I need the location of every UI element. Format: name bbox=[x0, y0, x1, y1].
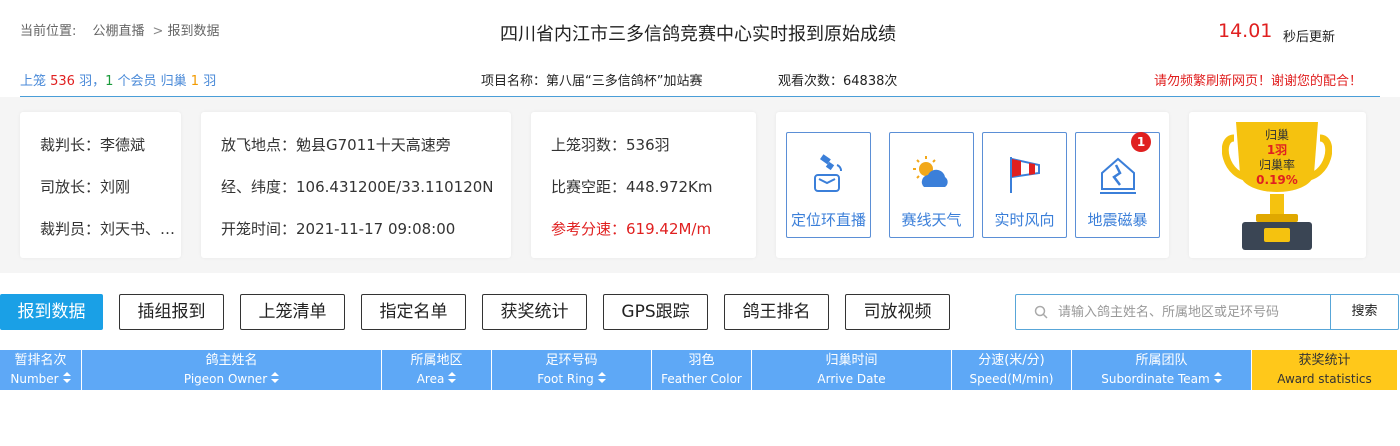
col-number-cn: 暂排名次 bbox=[14, 353, 67, 368]
breadcrumb-separator: > bbox=[152, 24, 164, 39]
breadcrumb-live[interactable]: 公棚直播 bbox=[93, 24, 145, 39]
breadcrumb: 当前位置: 公棚直播 > 报到数据 bbox=[20, 20, 223, 39]
race-distance: 比赛空距：448.972Km bbox=[551, 178, 713, 196]
sort-icon[interactable] bbox=[271, 372, 280, 384]
loft-stats: 上笼 536 羽，1 个会员 归巢 1 羽 bbox=[20, 70, 216, 89]
referees: 裁判员：刘天书、… bbox=[40, 220, 176, 238]
stats-text: 羽， bbox=[74, 74, 106, 89]
search-button[interactable]: 搜索 bbox=[1330, 295, 1398, 329]
chief-releaser: 司放长：刘刚 bbox=[40, 178, 131, 196]
trophy-card: 归巢 1羽 归巢率 0.19% bbox=[1189, 112, 1366, 258]
tab-specified-list[interactable]: 指定名单 bbox=[361, 294, 466, 330]
route-weather-label: 赛线天气 bbox=[901, 211, 962, 229]
tab-pigeon-king[interactable]: 鸽王排名 bbox=[724, 294, 829, 330]
col-team[interactable]: 所属团队 Subordinate Team bbox=[1072, 350, 1252, 390]
weather-icon bbox=[913, 156, 948, 187]
col-speed-cn: 分速(米/分) bbox=[978, 353, 1045, 368]
notification-badge: 1 bbox=[1131, 132, 1151, 152]
col-award-stats: 获奖统计 Award statistics bbox=[1252, 350, 1398, 390]
reference-speed: 参考分速：619.42M/m bbox=[551, 220, 712, 238]
col-arrive-date: 归巢时间 Arrive Date bbox=[752, 350, 952, 390]
trophy-return-count: 1羽 bbox=[1266, 143, 1288, 157]
wind-direction-label: 实时风向 bbox=[994, 211, 1055, 229]
breadcrumb-current[interactable]: 报到数据 bbox=[167, 24, 219, 39]
trophy-rate-value: 0.19% bbox=[1256, 173, 1298, 187]
tab-check-in-data[interactable]: 报到数据 bbox=[0, 294, 103, 330]
table-header: 暂排名次 Number 鸽主姓名 Pigeon Owner 所属地区 Area … bbox=[0, 350, 1400, 390]
earthquake-button[interactable]: 地震磁暴 1 bbox=[1075, 132, 1160, 238]
tab-release-video[interactable]: 司放视频 bbox=[845, 294, 950, 330]
top-bar: 当前位置: 公棚直播 > 报到数据 四川省内江市三多信鸽竞赛中心实时报到原始成绩 1… bbox=[0, 0, 1400, 98]
release-coordinates: 经、纬度：106.431200E/33.110120N bbox=[221, 178, 494, 196]
col-foot-ring[interactable]: 足环号码 Foot Ring bbox=[492, 350, 652, 390]
col-speed-en: Speed(M/min) bbox=[969, 372, 1054, 386]
search-icon bbox=[1034, 305, 1048, 319]
col-owner-cn: 鸽主姓名 bbox=[205, 353, 258, 368]
col-feather-color: 羽色 Feather Color bbox=[652, 350, 752, 390]
tab-gps-tracking[interactable]: GPS跟踪 bbox=[603, 294, 708, 330]
col-award-stats-cn: 获奖统计 bbox=[1298, 353, 1351, 368]
trophy-stats: 归巢 1羽 归巢率 0.19% bbox=[1222, 128, 1332, 188]
tab-loft-list[interactable]: 上笼清单 bbox=[240, 294, 345, 330]
release-card: 放飞地点：勉县G7011十天高速旁 经、纬度：106.431200E/33.11… bbox=[201, 112, 511, 258]
col-award-stats-en: Award statistics bbox=[1277, 372, 1372, 386]
page-title: 四川省内江市三多信鸽竞赛中心实时报到原始成绩 bbox=[500, 24, 896, 45]
ring-live-label: 定位环直播 bbox=[790, 211, 866, 229]
tab-award-stats[interactable]: 获奖统计 bbox=[482, 294, 587, 330]
officials-card: 裁判长：李德斌 司放长：刘刚 裁判员：刘天书、… bbox=[20, 112, 181, 258]
earthquake-label: 地震磁暴 bbox=[1087, 211, 1148, 229]
sort-icon[interactable] bbox=[1213, 372, 1222, 384]
col-feather-color-cn: 羽色 bbox=[688, 353, 715, 368]
trophy-return-label: 归巢 bbox=[1264, 128, 1289, 142]
sort-icon[interactable] bbox=[448, 372, 457, 384]
col-arrive-date-en: Arrive Date bbox=[817, 372, 886, 386]
release-time: 开笼时间：2021-11-17 09:08:00 bbox=[221, 220, 456, 238]
refresh-countdown-label: 秒后更新 bbox=[1283, 30, 1336, 45]
stats-text: 羽 bbox=[199, 74, 217, 89]
col-foot-ring-en: Foot Ring bbox=[537, 372, 594, 386]
loft-count-info: 上笼羽数：536羽 bbox=[551, 136, 670, 154]
col-speed: 分速(米/分) Speed(M/min) bbox=[952, 350, 1072, 390]
breadcrumb-prefix: 当前位置: bbox=[20, 24, 77, 39]
wind-direction-button[interactable]: 实时风向 bbox=[982, 132, 1067, 238]
col-number-en: Number bbox=[10, 372, 59, 386]
loft-count: 536 bbox=[50, 74, 75, 89]
release-location: 放飞地点：勉县G7011十天高速旁 bbox=[221, 136, 451, 154]
search-box: 搜索 bbox=[1015, 294, 1399, 330]
windsock-icon bbox=[1010, 157, 1040, 193]
col-arrive-date-cn: 归巢时间 bbox=[825, 353, 878, 368]
col-owner-en: Pigeon Owner bbox=[183, 372, 268, 386]
route-weather-button[interactable]: 赛线天气 bbox=[889, 132, 974, 238]
ring-live-button[interactable]: 定位环直播 bbox=[786, 132, 871, 238]
col-foot-ring-cn: 足环号码 bbox=[545, 353, 598, 368]
sort-icon[interactable] bbox=[62, 372, 71, 384]
col-owner[interactable]: 鸽主姓名 Pigeon Owner bbox=[82, 350, 382, 390]
col-area-cn: 所属地区 bbox=[410, 353, 463, 368]
col-area[interactable]: 所属地区 Area bbox=[382, 350, 492, 390]
race-card: 上笼羽数：536羽 比赛空距：448.972Km 参考分速：619.42M/m bbox=[531, 112, 756, 258]
tab-group-check-in[interactable]: 插组报到 bbox=[119, 294, 224, 330]
stats-text: 个会员 归巢 bbox=[113, 74, 191, 89]
col-number[interactable]: 暂排名次 Number bbox=[0, 350, 82, 390]
project-name: 项目名称：第八届“三多信鸽杯”加站赛 bbox=[481, 74, 703, 89]
col-area-en: Area bbox=[416, 372, 445, 386]
col-team-en: Subordinate Team bbox=[1101, 372, 1210, 386]
col-feather-color-en: Feather Color bbox=[661, 372, 742, 386]
return-count: 1 bbox=[190, 74, 200, 89]
earthquake-icon bbox=[1100, 157, 1136, 194]
sort-icon[interactable] bbox=[597, 372, 606, 384]
view-count: 观看次数：64838次 bbox=[778, 74, 898, 89]
chief-judge: 裁判长：李德斌 bbox=[40, 136, 146, 154]
search-input[interactable] bbox=[1058, 301, 1328, 323]
trophy-rate-label: 归巢率 bbox=[1258, 158, 1295, 172]
satellite-icon bbox=[814, 154, 842, 192]
col-team-cn: 所属团队 bbox=[1135, 353, 1188, 368]
stats-text: 上笼 bbox=[20, 74, 51, 89]
refresh-notice: 请勿频繁刷新网页！谢谢您的配合！ bbox=[1154, 74, 1363, 89]
refresh-countdown: 14.01 bbox=[1218, 20, 1273, 42]
